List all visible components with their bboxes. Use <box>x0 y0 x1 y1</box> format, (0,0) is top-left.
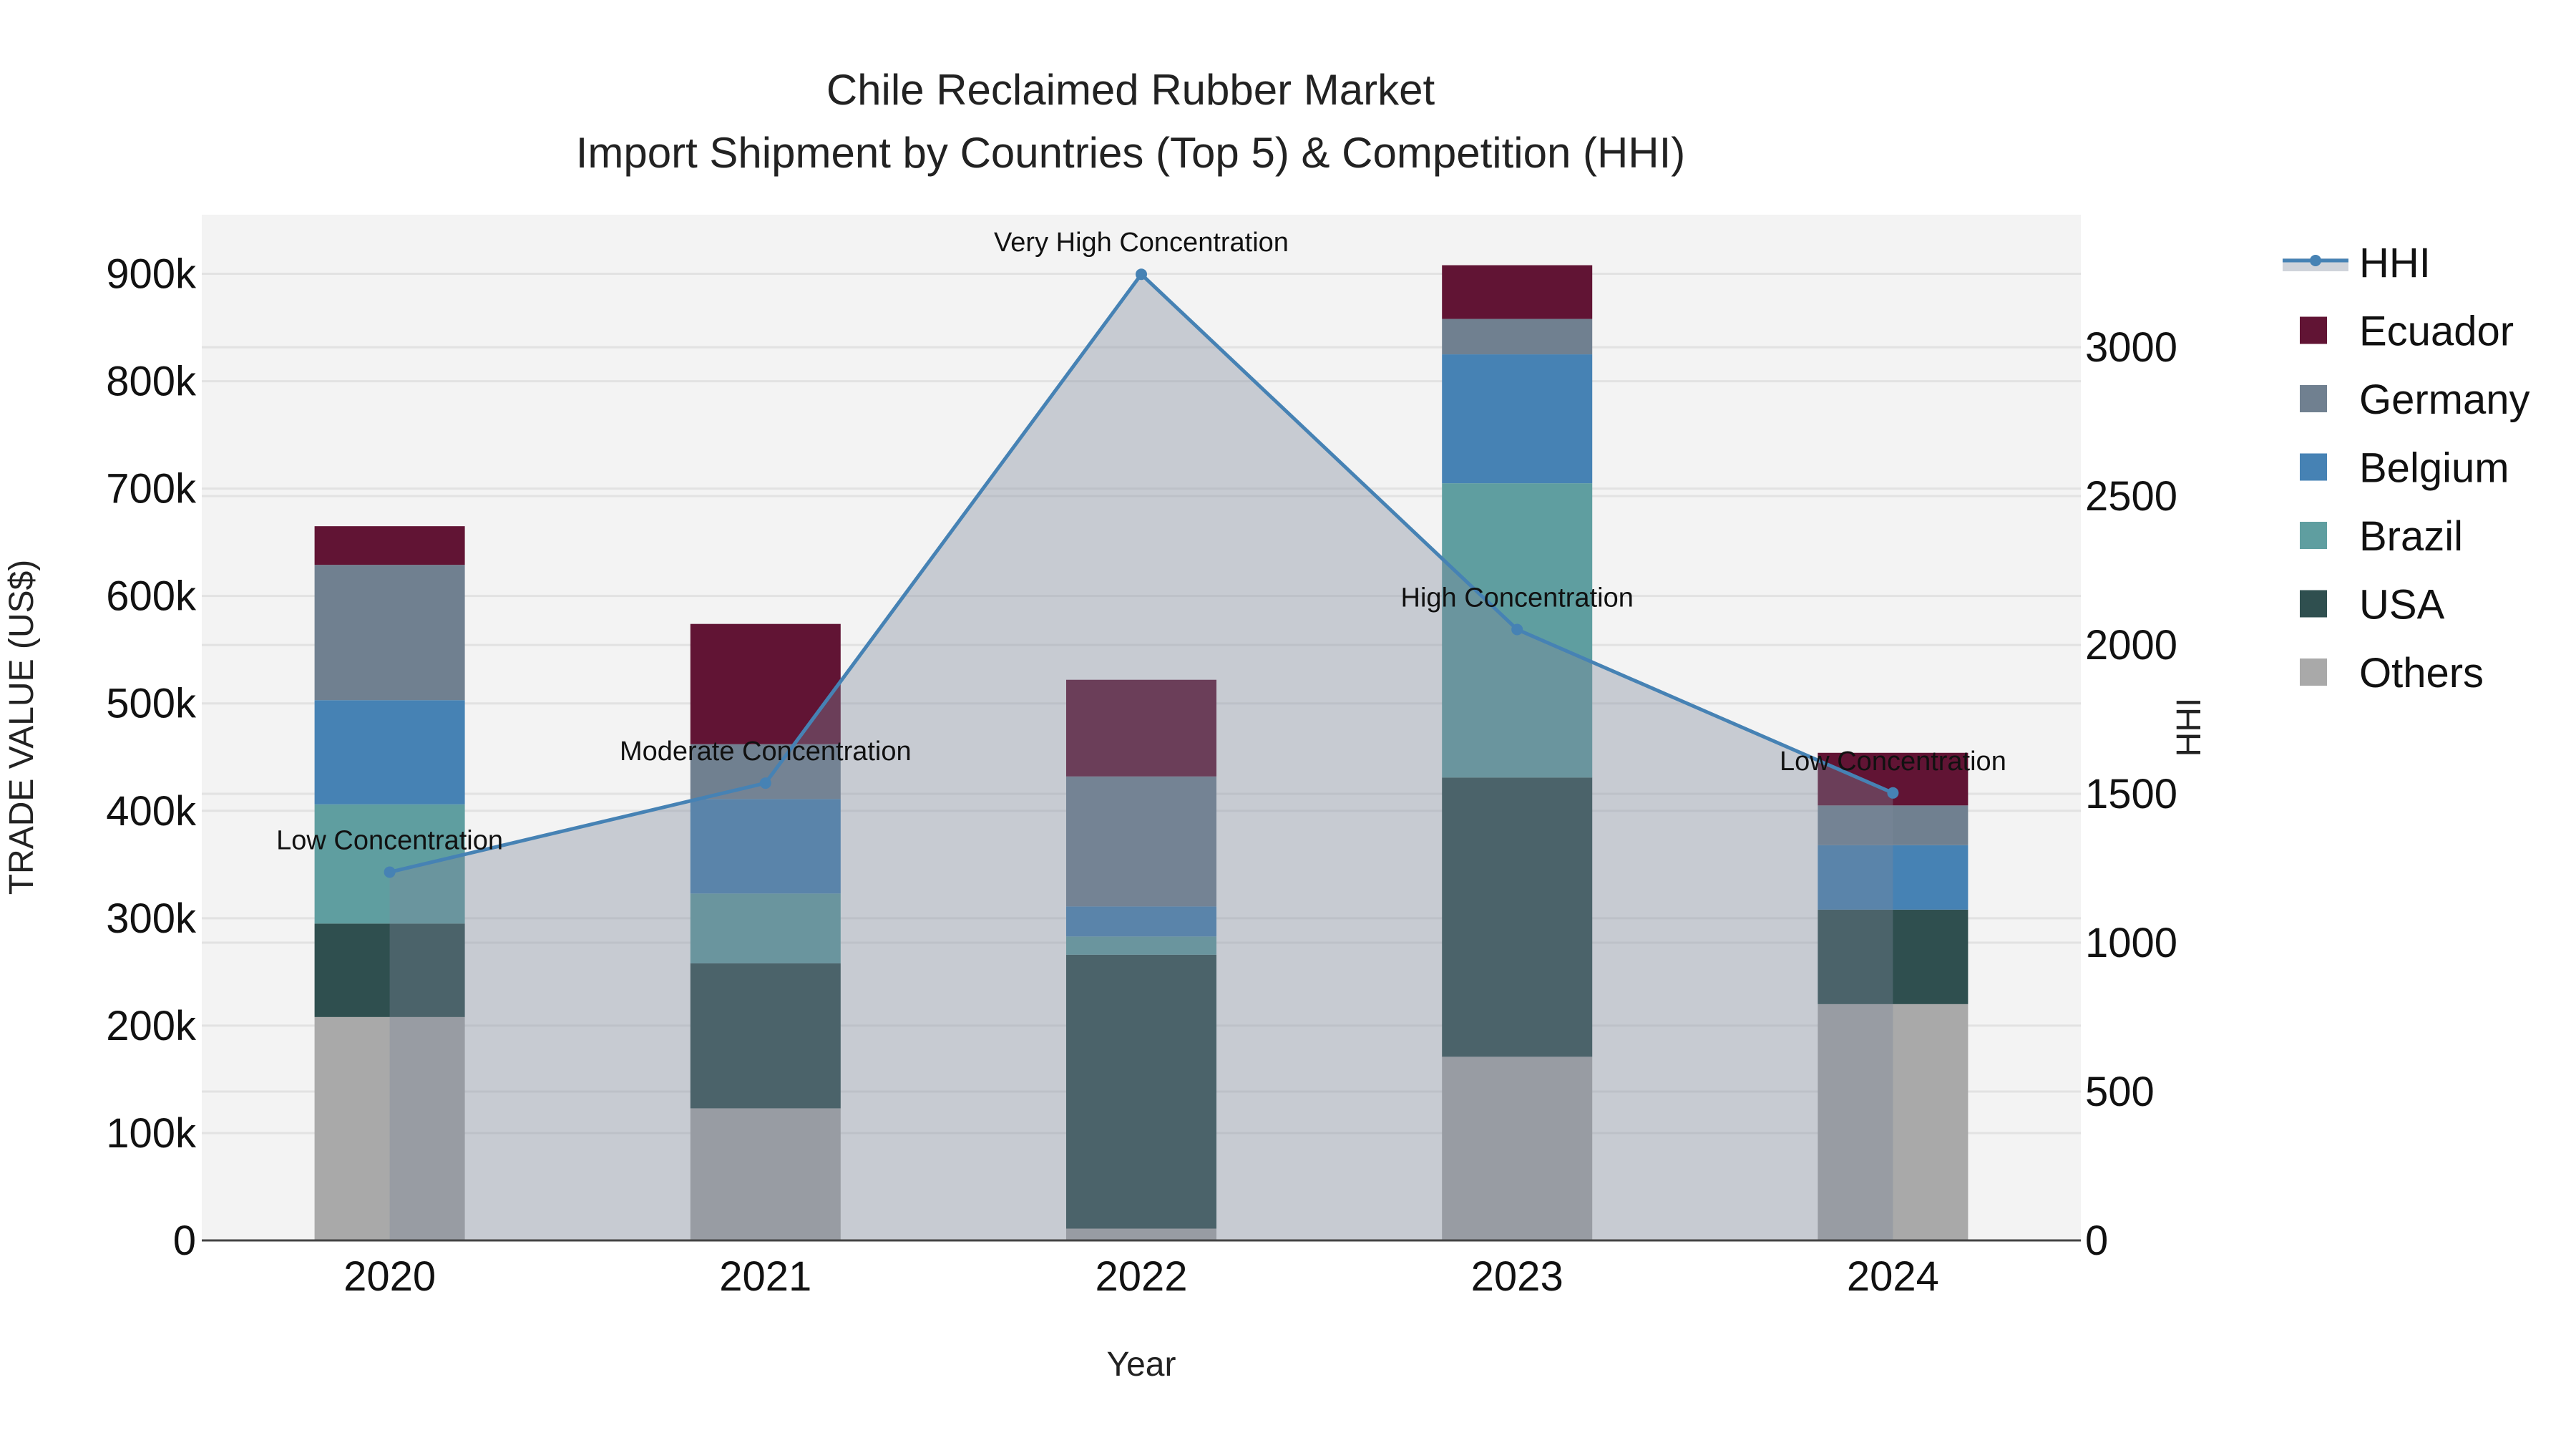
legend: HHI Ecuador Germany Belgium Brazil USA Others <box>2283 240 2530 696</box>
y-tick-label: 400k <box>106 788 197 835</box>
hhi-annotation: Very High Concentration <box>994 228 1289 258</box>
hhi-point <box>1887 787 1899 799</box>
chart-title: Chile Reclaimed Rubber Market <box>826 66 1435 114</box>
y2-axis-title: HHI <box>2170 698 2208 757</box>
x-axis-ticks: 2020 2021 2022 2023 2024 <box>343 1253 1939 1300</box>
x-axis-title: Year <box>1107 1346 1176 1384</box>
y-tick-label: 500k <box>106 681 197 727</box>
y-tick-label: 100k <box>106 1110 197 1157</box>
legend-label: Ecuador <box>2359 308 2514 355</box>
x-tick-label: 2021 <box>719 1253 811 1300</box>
legend-label: Others <box>2359 650 2484 696</box>
chart-subtitle: Import Shipment by Countries (Top 5) & C… <box>576 129 1686 177</box>
legend-swatch <box>2300 385 2327 412</box>
legend-item-hhi[interactable]: HHI <box>2283 240 2431 286</box>
y2-axis-ticks: 0 500 1000 1500 2000 2500 3000 <box>2085 324 2177 1264</box>
bar-germany <box>1442 319 1593 355</box>
y-axis-title: TRADE VALUE (US$) <box>3 560 41 895</box>
bar-germany <box>314 565 465 701</box>
y2-tick-label: 1000 <box>2085 920 2177 966</box>
y-tick-label: 600k <box>106 573 197 620</box>
y-axis-ticks: 0 100k 200k 300k 400k 500k 600k 700k 800k 900k <box>106 251 197 1264</box>
x-tick-label: 2024 <box>1847 1253 1939 1300</box>
legend-swatch <box>2300 522 2327 549</box>
legend-label: Germany <box>2359 376 2530 423</box>
legend-item-belgium[interactable]: Belgium <box>2300 445 2509 492</box>
x-tick-label: 2023 <box>1471 1253 1563 1300</box>
legend-item-ecuador[interactable]: Ecuador <box>2300 308 2514 355</box>
hhi-annotation: High Concentration <box>1401 583 1634 613</box>
legend-swatch-hhi-point <box>2310 255 2321 266</box>
y2-tick-label: 3000 <box>2085 324 2177 371</box>
y-tick-label: 800k <box>106 359 197 405</box>
y2-tick-label: 0 <box>2085 1218 2108 1264</box>
legend-label: Brazil <box>2359 513 2463 560</box>
bar-ecuador <box>314 526 465 565</box>
bar-ecuador <box>1442 265 1593 319</box>
hhi-annotation: Low Concentration <box>1780 747 2006 777</box>
y-tick-label: 300k <box>106 895 197 942</box>
y2-tick-label: 500 <box>2085 1069 2155 1115</box>
legend-item-usa[interactable]: USA <box>2300 582 2445 628</box>
legend-item-others[interactable]: Others <box>2300 650 2484 696</box>
x-tick-label: 2022 <box>1095 1253 1187 1300</box>
y-tick-label: 200k <box>106 1003 197 1049</box>
y-tick-label: 700k <box>106 466 197 512</box>
legend-label: USA <box>2359 582 2445 628</box>
y-tick-label: 0 <box>173 1218 196 1264</box>
bar-belgium <box>314 700 465 805</box>
hhi-annotation: Low Concentration <box>276 825 503 855</box>
legend-swatch <box>2300 316 2327 344</box>
hhi-point <box>759 777 771 789</box>
legend-swatch <box>2300 659 2327 686</box>
y2-tick-label: 1500 <box>2085 771 2177 817</box>
legend-label: Belgium <box>2359 445 2509 492</box>
legend-swatch <box>2300 590 2327 618</box>
y-tick-label: 900k <box>106 251 197 298</box>
legend-item-germany[interactable]: Germany <box>2300 376 2530 423</box>
y2-tick-label: 2000 <box>2085 622 2177 669</box>
hhi-point <box>384 866 396 878</box>
legend-label: HHI <box>2359 240 2431 286</box>
bar-belgium <box>1442 354 1593 484</box>
chart: Low Concentration Moderate Concentration V… <box>3 66 2530 1384</box>
hhi-point <box>1136 268 1147 281</box>
legend-item-brazil[interactable]: Brazil <box>2300 513 2463 560</box>
y2-tick-label: 2500 <box>2085 473 2177 520</box>
hhi-annotation: Moderate Concentration <box>620 737 912 767</box>
hhi-point <box>1511 623 1523 636</box>
legend-swatch <box>2300 453 2327 481</box>
x-tick-label: 2020 <box>343 1253 436 1300</box>
